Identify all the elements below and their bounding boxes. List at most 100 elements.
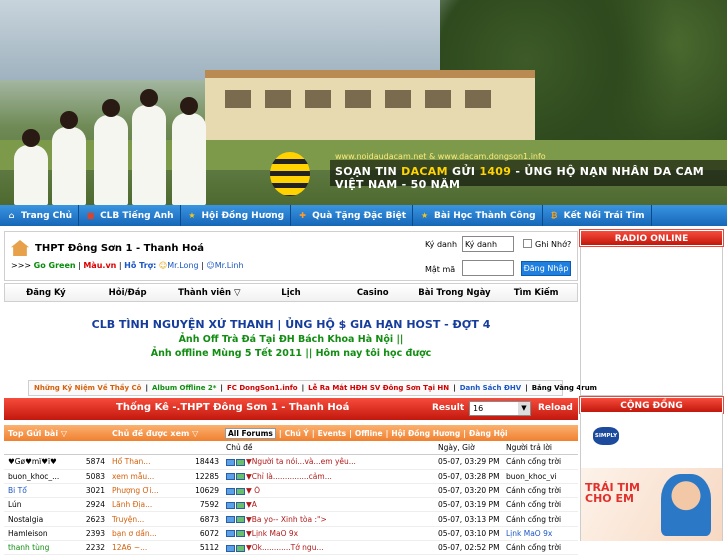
latest-topic-link[interactable]: ▼Ba yo-- Xinh tòa :">	[246, 515, 327, 524]
viewed-topic[interactable]: Truyện...	[108, 515, 192, 524]
username-label: Ký danh	[425, 240, 458, 249]
latest-topic-link[interactable]: ▼ Ô	[246, 486, 260, 495]
notice-line-2[interactable]: Ảnh Off Trà Đá Tại ĐH Bách Khoa Hà Nội |…	[4, 334, 578, 345]
viewed-topic[interactable]: xem mẫu...	[108, 472, 192, 481]
nav-item[interactable]: ₿ Kết Nối Trái Tim	[543, 205, 652, 226]
menu-item[interactable]: Đăng Ký	[5, 288, 87, 298]
notice-line-3[interactable]: Ảnh offline Mùng 5 Tết 2011 || Hôm nay t…	[4, 348, 578, 359]
poster-name[interactable]: Lún	[4, 500, 82, 509]
radio-online-header: RADIO ONLINE	[579, 229, 724, 247]
last-replier[interactable]: buon_khoc_vi	[504, 472, 578, 481]
viewed-topic[interactable]: Hổ Than...	[108, 457, 192, 466]
last-replier[interactable]: Lịnk MaO 9x	[504, 529, 578, 538]
menu-item[interactable]: Casino	[332, 288, 414, 298]
last-replier[interactable]: Cánh cổng trời	[504, 457, 578, 466]
last-replier[interactable]: Cánh cổng trời	[504, 486, 578, 495]
poster-name[interactable]: Nostalgia	[4, 515, 82, 524]
quick-link[interactable]: Album Offline 2*	[152, 384, 216, 392]
stats-rows: ♥Gø♥mï♥ï♥ 5874 Hổ Than... 18443 ▼Người ta nó…	[4, 455, 578, 555]
latest-topic-cell: ▼A	[222, 500, 436, 509]
menu-item[interactable]: Hỏi/Đáp	[87, 288, 169, 298]
topic-status-icon	[226, 487, 235, 495]
nav-item-label: Trang Chủ	[21, 210, 73, 221]
menu-item[interactable]: Tìm Kiếm	[495, 288, 577, 298]
main-nav: ⌂ Trang Chủ ■ CLB Tiếng Anh ★ Hội Đồng Hương ✚…	[0, 205, 727, 226]
latest-topic-link[interactable]: ▼A	[246, 500, 257, 509]
nav-item[interactable]: ✚ Quà Tặng Đặc Biệt	[291, 205, 414, 226]
topic-new-icon	[236, 473, 245, 481]
poster-name[interactable]: Bi Tổ	[4, 486, 82, 495]
forum-tab[interactable]: All Forums	[225, 427, 276, 439]
quick-link[interactable]: Lễ Ra Mắt HĐH SV Đông Sơn Tại HN	[308, 384, 449, 392]
menu-item[interactable]: Thành viên ▽	[168, 288, 250, 298]
table-row: Lún 2924 Lãnh Địa... 7592 ▼A 05-07, 03:19 PM C…	[4, 498, 578, 513]
topic-column-header: Chủ đề	[226, 443, 253, 453]
latest-topic-link[interactable]: ▼Người ta nói...và...em yêu...	[246, 457, 356, 466]
remember-checkbox[interactable]	[523, 239, 532, 248]
home-icon: ⌂	[8, 211, 15, 220]
nav-item[interactable]: ★ Bài Học Thành Công	[413, 205, 543, 226]
password-input[interactable]	[462, 260, 514, 276]
menu-item[interactable]: Lịch	[250, 288, 332, 298]
go-green-link[interactable]: Go Green	[34, 261, 76, 270]
menu-item[interactable]: Bài Trong Ngày	[414, 288, 496, 298]
topic-status-icon	[226, 530, 235, 538]
login-form: Ký danh Ghi Nhớ? Mật mã Đăng Nhập	[420, 232, 577, 280]
last-replier[interactable]: Cánh cổng trời	[504, 500, 578, 509]
gift-icon: ✚	[299, 211, 306, 220]
viewed-topic[interactable]: Lãnh Địa...	[108, 500, 192, 509]
result-select[interactable]: 16	[469, 401, 531, 416]
quick-link[interactable]: Danh Sách ĐHV	[460, 384, 521, 392]
nav-item[interactable]: ⌂ Trang Chủ	[0, 205, 80, 226]
separator: |	[311, 428, 315, 438]
poster-name[interactable]: Hamleison	[4, 529, 82, 538]
poster-name[interactable]: buon_khoc_...	[4, 472, 82, 481]
viewed-topic[interactable]: bạn ơ dần...	[108, 529, 192, 538]
post-count: 2393	[85, 528, 105, 538]
forum-tab[interactable]: Hội Đồng Hương	[391, 429, 460, 438]
notice-headline[interactable]: CLB TÌNH NGUYỆN XỨ THANH | ỦNG HỘ $ GIA …	[4, 318, 578, 331]
mau-vn-link[interactable]: Màu.vn	[83, 261, 116, 270]
support-label: Hỗ Trợ:	[124, 261, 157, 270]
forum-tab[interactable]: Chú Ý	[285, 429, 309, 438]
top-viewed-header[interactable]: Chủ đề được xem ▽	[108, 429, 222, 438]
stats-title: Thống Kê -.THPT Đông Sơn 1 - Thanh Hoá	[116, 402, 350, 413]
last-reply-column-header: Người trả lời	[506, 443, 552, 453]
quick-link[interactable]: Những Kỷ Niệm Về Thầy Cô	[34, 384, 141, 392]
student-figure	[52, 111, 86, 205]
school-building-image	[205, 70, 535, 140]
top-posters-header[interactable]: Top Gửi bài ▽	[4, 429, 108, 438]
site-title[interactable]: THPT Đông Sơn 1 - Thanh Hoá	[35, 243, 204, 254]
nav-item[interactable]: ★ Hội Đồng Hương	[181, 205, 292, 226]
username-input[interactable]	[462, 236, 514, 252]
book-icon: ■	[86, 211, 95, 220]
forum-tab[interactable]: Offline	[355, 429, 383, 438]
login-button[interactable]: Đăng Nhập	[521, 261, 571, 276]
student-figure	[132, 89, 166, 205]
topic-status-icon	[226, 501, 235, 509]
simply-logo[interactable]: SIMPLY	[593, 427, 619, 445]
separator: |	[349, 428, 352, 438]
quick-link[interactable]: FC DongSon1.info	[227, 384, 298, 392]
poster-name[interactable]: ♥Gø♥mï♥ï♥	[4, 457, 82, 466]
support-link-long[interactable]: Mr.Long	[167, 261, 198, 270]
latest-topic-link[interactable]: ▼Chỉ là...............cảm...	[246, 472, 332, 481]
topic-new-icon	[236, 487, 245, 495]
forum-tab[interactable]: Events	[318, 429, 347, 438]
separator: |	[453, 384, 456, 392]
separator: |	[385, 428, 389, 438]
home-icon[interactable]	[11, 240, 29, 256]
reload-button[interactable]: Reload	[538, 403, 573, 413]
latest-topic-link[interactable]: ▼Lịnk MaO 9x	[246, 529, 298, 538]
separator: |	[278, 428, 282, 438]
separator: |	[145, 384, 149, 392]
topic-status-icon	[226, 544, 235, 552]
support-link-linh[interactable]: Mr.Linh	[215, 261, 244, 270]
topic-status-icon	[226, 458, 235, 466]
bee-mascot-icon	[270, 152, 310, 196]
nav-item[interactable]: ■ CLB Tiếng Anh	[79, 205, 181, 226]
forum-tab[interactable]: Đàng Hội	[469, 429, 508, 438]
trai-tim-cho-em-ad[interactable]: TRÁI TIM CHO EM	[581, 468, 722, 541]
viewed-topic[interactable]: Phượng Ơi...	[108, 486, 192, 495]
last-replier[interactable]: Cánh cổng trời	[504, 515, 578, 524]
